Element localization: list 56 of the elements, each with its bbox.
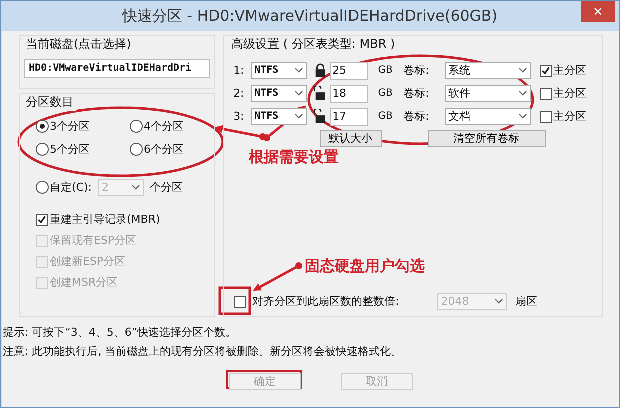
highlight-frame xyxy=(218,286,252,316)
caret-icon xyxy=(294,91,303,96)
group-label: 分区数目 xyxy=(24,94,76,111)
annotation-arrow xyxy=(253,262,302,292)
group-label: 高级设置 ( 分区表类型: MBR ) xyxy=(230,36,398,53)
size-field[interactable]: 17 xyxy=(330,108,368,126)
volume-label: 卷标: xyxy=(404,86,430,101)
disk-field[interactable]: HD0:VMwareVirtualIDEHardDri xyxy=(24,59,210,78)
filesystem-dropdown[interactable]: NTFS xyxy=(250,108,307,125)
close-button[interactable]: ✕ xyxy=(581,1,615,22)
annotation-text: 根据需要设置 xyxy=(249,148,339,167)
check-icon xyxy=(37,214,47,224)
checkbox-option[interactable]: 重建主引导记录(MBR) xyxy=(36,212,206,227)
caret-icon xyxy=(518,91,527,96)
volume-dropdown[interactable]: 文档 xyxy=(444,108,531,125)
radio-option[interactable]: 6个分区 xyxy=(130,142,206,157)
lock-icon[interactable] xyxy=(314,86,327,101)
volume-dropdown[interactable]: 系统 xyxy=(444,62,531,79)
unit-label: GB xyxy=(377,111,394,122)
group-label: 当前磁盘(点击选择) xyxy=(24,36,134,53)
volume-dropdown[interactable]: 软件 xyxy=(444,85,531,102)
unit-label: GB xyxy=(377,65,394,76)
align-checkbox[interactable]: 对齐分区到此扇区数的整数倍: xyxy=(234,294,400,309)
volume-label: 卷标: xyxy=(404,109,430,124)
size-field[interactable]: 25 xyxy=(330,62,368,80)
radio-option[interactable]: 4个分区 xyxy=(130,119,206,134)
primary-checkbox[interactable]: 主分区 xyxy=(540,109,587,124)
action-button[interactable]: 默认大小 xyxy=(320,130,382,147)
primary-checkbox[interactable]: 主分区 xyxy=(540,86,587,101)
caret-icon xyxy=(518,68,527,73)
radio-option[interactable]: 5个分区 xyxy=(36,142,130,157)
caret-icon xyxy=(294,68,303,73)
caret-icon xyxy=(518,114,527,119)
annotation-text: 固态硬盘用户勾选 xyxy=(305,257,425,276)
volume-label: 卷标: xyxy=(404,63,430,78)
primary-checkbox[interactable]: 主分区 xyxy=(540,63,587,78)
unit-label: 个分区 xyxy=(150,180,183,195)
check-icon xyxy=(540,66,551,76)
hint-text: 提示: 可按下“3、4、5、6”快速选择分区个数。 xyxy=(3,325,238,340)
lock-icon[interactable] xyxy=(314,63,327,78)
radio-option[interactable]: 3个分区 xyxy=(36,119,130,134)
row-index: 2: xyxy=(234,87,246,100)
lock-icon[interactable] xyxy=(314,109,327,124)
unit-label: 扇区 xyxy=(515,294,538,309)
window-title: 快速分区 - HD0:VMwareVirtualIDEHardDrive(60GB) xyxy=(122,6,498,26)
filesystem-dropdown[interactable]: NTFS xyxy=(250,85,307,102)
caret-icon xyxy=(132,185,140,190)
caret-icon xyxy=(294,114,303,119)
hint-text: 注意: 此功能执行后, 当前磁盘上的现有分区将被删除。新分区将会被快速格式化。 xyxy=(3,344,404,359)
unit-label: GB xyxy=(377,88,394,99)
filesystem-dropdown[interactable]: NTFS xyxy=(250,62,307,79)
size-field[interactable]: 18 xyxy=(330,84,368,102)
row-index: 1: xyxy=(234,64,246,77)
action-button[interactable]: 清空所有卷标 xyxy=(428,130,546,147)
row-index: 3: xyxy=(234,110,246,123)
caret-icon xyxy=(495,299,504,304)
